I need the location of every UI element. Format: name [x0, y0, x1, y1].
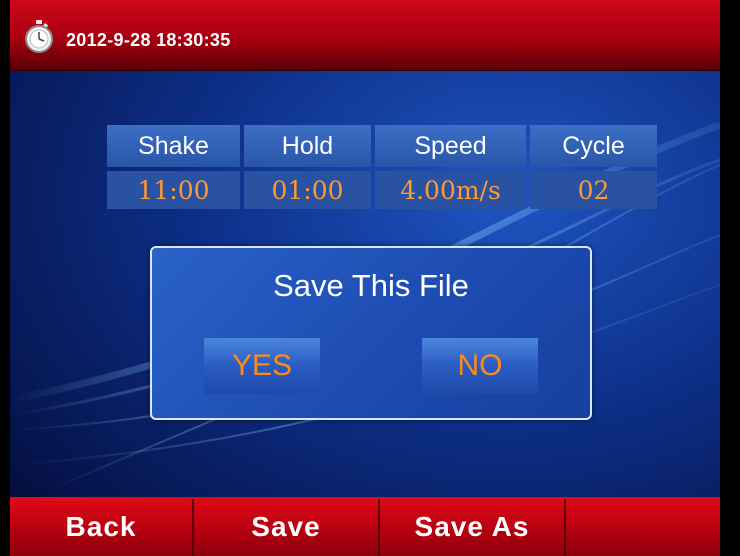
save-file-dialog: Save This File YES NO [150, 246, 592, 420]
header-hold: Hold [244, 125, 371, 167]
header-shake: Shake [107, 125, 240, 167]
yes-button[interactable]: YES [204, 338, 320, 394]
back-button[interactable]: Back [10, 497, 192, 556]
top-status-bar: 2012-9-28 18:30:35 [10, 0, 720, 71]
dialog-title: Save This File [273, 268, 469, 303]
save-as-button[interactable]: Save As [380, 497, 564, 556]
empty-softkey[interactable] [566, 497, 720, 556]
value-cycle[interactable]: 02 [530, 171, 657, 209]
bottom-softkey-bar: Back Save Save As [10, 497, 720, 556]
save-button[interactable]: Save [194, 497, 378, 556]
date-time-display: 2012-9-28 18:30:35 [66, 30, 231, 50]
value-hold[interactable]: 01:00 [244, 171, 371, 209]
header-speed: Speed [375, 125, 526, 167]
value-shake[interactable]: 11:00 [107, 171, 240, 209]
device-screen: 2012-9-28 18:30:35 Shake Hold Speed Cycl… [10, 0, 720, 556]
header-cycle: Cycle [530, 125, 657, 167]
value-speed[interactable]: 4.00m/s [375, 171, 526, 209]
no-button[interactable]: NO [422, 338, 538, 394]
stopwatch-icon [25, 20, 53, 53]
